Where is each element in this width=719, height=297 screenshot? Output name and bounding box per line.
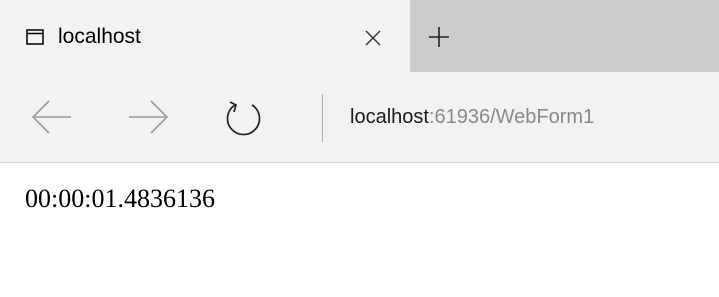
new-tab-button[interactable]: [428, 26, 450, 48]
forward-button[interactable]: [126, 99, 170, 135]
back-button[interactable]: [30, 99, 74, 135]
elapsed-time-text: 00:00:01.4836136: [25, 184, 215, 213]
back-arrow-icon: [31, 100, 71, 134]
tab-title: localhost: [58, 25, 141, 48]
navigation-bar: localhost:61936/WebForm1: [0, 72, 719, 163]
refresh-icon: [226, 101, 261, 136]
refresh-button[interactable]: [223, 98, 265, 138]
forward-arrow-icon: [129, 100, 169, 134]
plus-icon: [429, 27, 449, 47]
close-icon[interactable]: [364, 29, 382, 47]
browser-tab[interactable]: localhost: [0, 0, 410, 72]
toolbar-separator: [322, 94, 323, 142]
tab-bar: localhost: [0, 0, 719, 72]
address-host: localhost: [350, 106, 429, 128]
page-content: 00:00:01.4836136: [0, 163, 719, 297]
address-path: :61936/WebForm1: [428, 106, 595, 128]
page-icon: [26, 29, 44, 45]
address-bar[interactable]: localhost:61936/WebForm1: [350, 104, 594, 130]
